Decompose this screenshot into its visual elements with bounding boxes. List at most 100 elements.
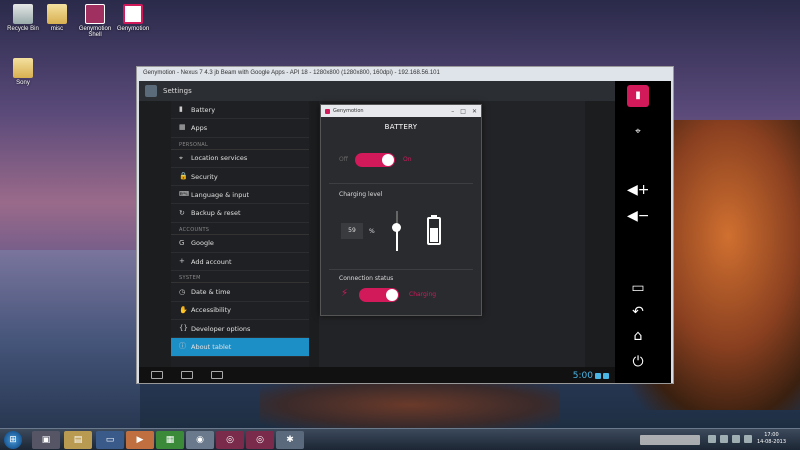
settings-item-label: Developer options <box>191 324 251 333</box>
settings-item-label: About tablet <box>191 342 232 351</box>
recent-apps-icon[interactable]: ▭ <box>627 277 649 299</box>
desktop-icon-sony[interactable]: Sony <box>2 58 44 86</box>
media-player-icon[interactable]: ▶ <box>126 431 154 449</box>
battery-mode-toggle[interactable] <box>355 153 395 167</box>
genymotion-shell-taskbar-icon[interactable]: ◎ <box>246 431 274 449</box>
minimize-icon[interactable]: – <box>451 108 454 115</box>
settings-item-label: Accessibility <box>191 306 231 315</box>
back-arrow-icon[interactable]: ↶ <box>627 301 649 323</box>
recents-icon[interactable] <box>211 371 223 379</box>
maximize-icon[interactable]: □ <box>460 108 466 115</box>
desktop-icon-genymotion-shell[interactable]: Genymotion Shell <box>74 4 116 38</box>
emulator-title: Genymotion - Nexus 7 4.3 jb Beam with Go… <box>137 67 673 81</box>
wifi-icon <box>595 373 601 379</box>
flag-icon[interactable] <box>744 435 752 443</box>
battery-widget-title: Genymotion <box>333 108 364 114</box>
code-icon: {} <box>179 324 188 333</box>
chrome-icon[interactable]: ◉ <box>186 431 214 449</box>
plus-icon: + <box>179 257 185 266</box>
settings-item-backup-reset[interactable]: ↻ Backup & reset <box>171 204 309 223</box>
wallpaper-rock-foreground <box>260 380 560 430</box>
tray-panel[interactable] <box>640 435 700 445</box>
desktop-icon-misc[interactable]: misc <box>36 4 78 32</box>
taskbar-clock[interactable]: 17:00 14-08-2013 <box>757 432 786 446</box>
settings-item-location-services[interactable]: ⌖ Location services <box>171 150 309 168</box>
battery-on-label: On <box>403 156 412 163</box>
divider <box>329 269 473 270</box>
settings-item-google[interactable]: G Google <box>171 235 309 254</box>
settings-item-date-time[interactable]: ◷ Date & time <box>171 283 309 302</box>
settings-item-label: Battery <box>191 105 216 114</box>
genymotion-icon <box>123 4 143 24</box>
settings-item-label: Add account <box>191 257 232 266</box>
desktop-icon-label: misc <box>50 26 64 32</box>
connection-toggle[interactable] <box>359 288 399 302</box>
close-icon[interactable]: ✕ <box>472 108 477 115</box>
desktop-icon-label: Sony <box>16 80 30 86</box>
tools-icon[interactable]: ✱ <box>276 431 304 449</box>
back-icon[interactable] <box>151 371 163 379</box>
folder-icon <box>13 58 33 78</box>
settings-app-icon[interactable] <box>145 85 157 97</box>
connection-status-label: Connection status <box>339 275 394 282</box>
genymotion-shell-icon <box>85 4 105 24</box>
battery-off-label: Off <box>339 156 348 163</box>
genymotion-taskbar-icon[interactable]: ◎ <box>216 431 244 449</box>
home-house-icon[interactable]: ⌂ <box>627 325 649 347</box>
battery-heading: BATTERY <box>384 123 418 131</box>
windows-taskbar: ⊞ ▣ ▤ ▭ ▶ ▦ ◉ ◎ ◎ ✱ 17:00 14-08-2013 <box>0 428 800 450</box>
settings-item-label: Language & input <box>191 190 249 199</box>
terminal-icon[interactable]: ▦ <box>156 431 184 449</box>
battery-widget-button[interactable]: ▮ <box>627 85 649 107</box>
desktop-icon-genymotion[interactable]: Genymotion <box>112 4 154 32</box>
desktop-icon-label: Genymotion <box>116 26 150 32</box>
settings-item-label: Security <box>191 172 218 181</box>
settings-item-developer-options[interactable]: {} Developer options <box>171 320 309 339</box>
gps-icon[interactable]: ⌖ <box>627 121 649 143</box>
battery-fill <box>430 227 438 242</box>
settings-item-label: Date & time <box>191 288 231 297</box>
slider-knob[interactable] <box>392 223 401 233</box>
emulator-sidebar: ▮ ⌖ ◀+ ◀− ▭ ↶ ⌂ ⏻ <box>615 81 671 383</box>
volume-tray-icon[interactable] <box>732 435 740 443</box>
taskbar-app-media[interactable]: ▣ <box>32 431 60 449</box>
settings-item-battery[interactable]: ▮ Battery <box>171 101 309 120</box>
desktop-icon-label: Genymotion Shell <box>78 26 112 38</box>
network-icon[interactable] <box>720 435 728 443</box>
google-icon: G <box>179 238 185 247</box>
start-button[interactable]: ⊞ <box>4 431 22 449</box>
android-clock: 5:00 <box>572 371 593 381</box>
settings-list: ▮ Battery ▦ Apps PERSONAL ⌖ Location services 🔒… <box>171 101 309 367</box>
divider <box>329 183 473 184</box>
settings-item-security[interactable]: 🔒 Security <box>171 168 309 187</box>
settings-item-apps[interactable]: ▦ Apps <box>171 119 309 138</box>
volume-up-icon[interactable]: ◀+ <box>627 179 650 201</box>
accessibility-icon: ✋ <box>179 305 188 314</box>
folder-icon <box>47 4 67 24</box>
settings-item-accessibility[interactable]: ✋ Accessibility <box>171 302 309 320</box>
settings-item-label: Location services <box>191 154 248 163</box>
power-icon[interactable]: ⏻ <box>627 351 649 373</box>
settings-item-add-account[interactable]: + Add account <box>171 253 309 272</box>
charging-level-input[interactable]: 59 <box>341 223 363 239</box>
charging-level-unit: % <box>369 228 375 235</box>
settings-item-language-input[interactable]: ⌨ Language & input <box>171 186 309 205</box>
settings-section-header: ACCOUNTS <box>171 223 309 235</box>
settings-title: Settings <box>163 87 192 95</box>
charging-level-label: Charging level <box>339 191 383 198</box>
settings-item-about-tablet[interactable]: ⓘ About tablet <box>171 338 309 357</box>
computer-icon[interactable]: ▭ <box>96 431 124 449</box>
backup-icon: ↻ <box>179 208 185 217</box>
taskbar-time: 17:00 <box>764 432 779 438</box>
settings-actionbar: Settings <box>139 81 615 101</box>
home-icon[interactable] <box>181 371 193 379</box>
lock-icon: 🔒 <box>179 172 188 181</box>
location-icon: ⌖ <box>179 153 183 162</box>
settings-item-label: Backup & reset <box>191 209 241 218</box>
tray-arrow-icon[interactable] <box>708 435 716 443</box>
battery-level-icon <box>427 217 441 245</box>
battery-icon: ▮ <box>179 105 183 114</box>
explorer-icon[interactable]: ▤ <box>64 431 92 449</box>
connection-status-value: Charging <box>409 291 437 298</box>
volume-down-icon[interactable]: ◀− <box>627 205 650 227</box>
